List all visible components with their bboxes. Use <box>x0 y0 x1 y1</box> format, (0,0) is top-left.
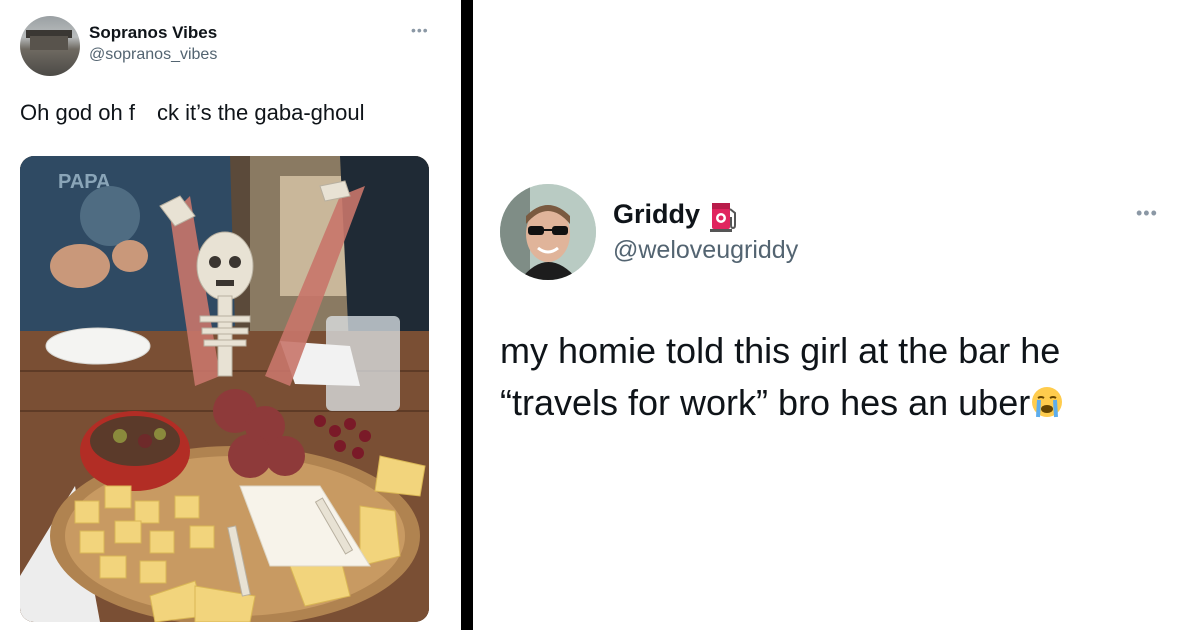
left-display-name[interactable]: Sopranos Vibes <box>89 23 217 43</box>
right-display-name[interactable]: Griddy <box>613 199 700 230</box>
right-handle[interactable]: @weloveugriddy <box>613 236 798 265</box>
right-tweet-line1: my homie told this girl at the bar he <box>500 330 1061 371</box>
griddy-avatar[interactable] <box>500 184 596 280</box>
left-tweet-card: Sopranos Vibes @sopranos_vibes ••• Oh go… <box>0 0 461 630</box>
left-handle[interactable]: @sopranos_vibes <box>89 46 217 64</box>
charcuterie-skeleton-photo[interactable]: PAPA <box>20 156 429 622</box>
ellipsis-icon[interactable]: ••• <box>411 22 429 38</box>
loudly-crying-face-icon <box>1032 387 1063 418</box>
photo-illustration: PAPA <box>20 156 429 622</box>
meme-collage: Sopranos Vibes @sopranos_vibes ••• Oh go… <box>0 0 1200 630</box>
avatar-portrait <box>500 184 596 280</box>
right-tweet-text: my homie told this girl at the bar he “t… <box>500 325 1160 429</box>
right-tweet-card <box>473 0 1200 630</box>
panel-divider <box>461 0 473 630</box>
left-tweet-text: Oh god oh f ck it’s the gaba-ghoul <box>20 100 365 125</box>
sopranos-avatar[interactable] <box>20 16 80 76</box>
ellipsis-icon[interactable]: ••• <box>1136 203 1158 224</box>
right-tweet-line2: “travels for work” bro hes an uber <box>500 382 1031 423</box>
fuel-pump-icon <box>710 203 736 232</box>
